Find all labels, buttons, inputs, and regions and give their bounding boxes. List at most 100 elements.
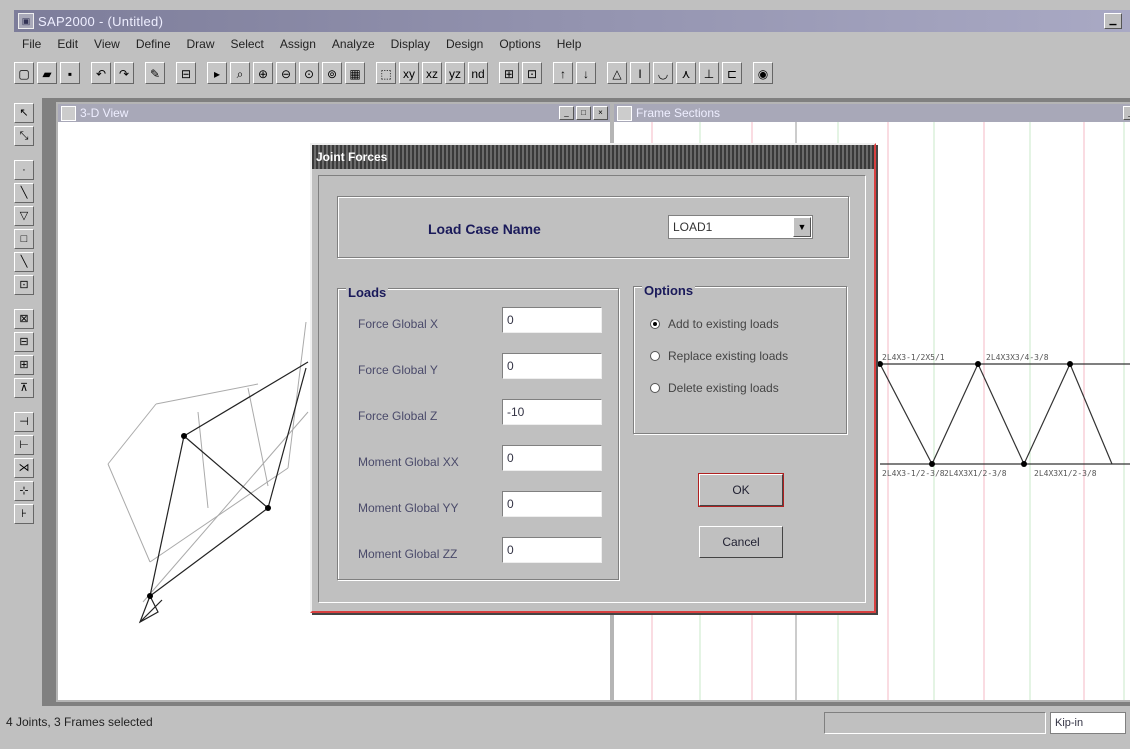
menu-help[interactable]: Help — [549, 37, 590, 51]
radio-icon — [650, 351, 660, 361]
restraint-roller-icon[interactable]: ⋊ — [14, 458, 34, 478]
force-y-input[interactable] — [502, 353, 602, 379]
draw-rect-icon[interactable]: □ — [14, 229, 34, 249]
option-add-radio[interactable]: Add to existing loads — [650, 317, 779, 331]
joint-forces-dialog: Joint Forces Load Case Name LOAD1 ▼ Load… — [310, 143, 876, 613]
pencil-icon[interactable]: ✎ — [145, 62, 165, 84]
load-case-select[interactable]: LOAD1 ▼ — [668, 215, 813, 239]
units-select[interactable]: Kip-in — [1050, 712, 1126, 734]
select-pointer-icon[interactable]: ↖ — [14, 103, 34, 123]
maximize-icon[interactable]: □ — [576, 106, 591, 120]
draw-line-icon[interactable]: ╲ — [14, 252, 34, 272]
frame-loads-icon[interactable]: ⊏ — [722, 62, 742, 84]
window-3d-view-titlebar[interactable]: 3-D View _ □ × — [58, 104, 610, 122]
clear-selection-icon[interactable]: ⊞ — [14, 355, 34, 375]
menu-view[interactable]: View — [86, 37, 128, 51]
undo-icon[interactable]: ↶ — [91, 62, 111, 84]
dialog-body: Load Case Name LOAD1 ▼ Loads Force Globa… — [318, 175, 866, 603]
moment-zz-input[interactable] — [502, 537, 602, 563]
reshape-icon[interactable]: ⤡ — [14, 126, 34, 146]
select-all-icon[interactable]: ⊠ — [14, 309, 34, 329]
status-text: 4 Joints, 3 Frames selected — [6, 715, 153, 729]
restraint-y-icon[interactable]: ⊦ — [14, 504, 34, 524]
move-up-icon[interactable]: ↑ — [553, 62, 573, 84]
menu-design[interactable]: Design — [438, 37, 491, 51]
shell-icon[interactable]: ◡ — [653, 62, 673, 84]
save-icon[interactable]: ▪ — [60, 62, 80, 84]
restore-selection-icon[interactable]: ⊟ — [14, 332, 34, 352]
new-file-icon[interactable]: ▢ — [14, 62, 34, 84]
run-analysis-icon[interactable]: ◉ — [753, 62, 773, 84]
move-down-icon[interactable]: ↓ — [576, 62, 596, 84]
menu-draw[interactable]: Draw — [179, 37, 223, 51]
menu-edit[interactable]: Edit — [49, 37, 86, 51]
force-z-label: Force Global Z — [358, 409, 438, 423]
menu-options[interactable]: Options — [491, 37, 548, 51]
menu-define[interactable]: Define — [128, 37, 179, 51]
menu-display[interactable]: Display — [383, 37, 438, 51]
frame-label: 2L4X3-1/2-3/8 — [882, 469, 945, 478]
window-frame-sections-titlebar[interactable]: Frame Sections _ — [614, 104, 1130, 122]
zoom-window-icon[interactable]: ⌕ — [230, 62, 250, 84]
moment-xx-input[interactable] — [502, 445, 602, 471]
zoom-full-icon[interactable]: ⊚ — [322, 62, 342, 84]
restraint-icon[interactable]: ⋏ — [676, 62, 696, 84]
minimize-icon[interactable]: _ — [559, 106, 574, 120]
main-toolbar: ▢ ▰ ▪ ↶ ↷ ✎ ⊟ ▸ ⌕ ⊕ ⊖ ⊙ ⊚ ▦ ⬚ xy xz yz n… — [14, 56, 1130, 90]
option-delete-label: Delete existing loads — [668, 381, 779, 395]
option-replace-radio[interactable]: Replace existing loads — [650, 349, 788, 363]
cancel-button[interactable]: Cancel — [699, 526, 783, 558]
pan-icon[interactable]: ▦ — [345, 62, 365, 84]
elements-icon[interactable]: ⊡ — [522, 62, 542, 84]
quick-draw-icon[interactable]: ⊡ — [14, 275, 34, 295]
restraint-pin-icon[interactable]: ⊢ — [14, 435, 34, 455]
draw-area-icon[interactable]: ▽ — [14, 206, 34, 226]
force-x-input[interactable] — [502, 307, 602, 333]
sap2000-window: ▣ SAP2000 - (Untitled) ▁ File Edit View … — [0, 0, 1130, 749]
grid-icon[interactable]: ⊞ — [499, 62, 519, 84]
menu-analyze[interactable]: Analyze — [324, 37, 383, 51]
view-xz-icon[interactable]: xz — [422, 62, 442, 84]
zoom-restore-icon[interactable]: ⊙ — [299, 62, 319, 84]
open-file-icon[interactable]: ▰ — [37, 62, 57, 84]
close-icon[interactable]: × — [593, 106, 608, 120]
draw-frame-icon[interactable]: ╲ — [14, 183, 34, 203]
app-icon: ▣ — [18, 13, 34, 29]
window-icon — [617, 106, 632, 121]
joint-loads-icon[interactable]: ⊥ — [699, 62, 719, 84]
dialog-title[interactable]: Joint Forces — [312, 145, 874, 169]
menu-file[interactable]: File — [14, 37, 49, 51]
triangle-icon[interactable]: △ — [607, 62, 627, 84]
menu-assign[interactable]: Assign — [272, 37, 324, 51]
option-delete-radio[interactable]: Delete existing loads — [650, 381, 779, 395]
zoom-in-icon[interactable]: ⊕ — [253, 62, 273, 84]
pointer-icon[interactable]: ▸ — [207, 62, 227, 84]
moment-yy-input[interactable] — [502, 491, 602, 517]
view-nd-icon[interactable]: nd — [468, 62, 488, 84]
force-z-input[interactable] — [502, 399, 602, 425]
zoom-out-icon[interactable]: ⊖ — [276, 62, 296, 84]
load-case-label: Load Case Name — [428, 221, 541, 237]
draw-toolbar: ↖ ⤡ · ╲ ▽ □ ╲ ⊡ ⊠ ⊟ ⊞ ⊼ ⊣ ⊢ ⋊ ⊹ ⊦ — [10, 100, 38, 620]
section-icon[interactable]: I — [630, 62, 650, 84]
view-xy-icon[interactable]: xy — [399, 62, 419, 84]
restraint-fixed-icon[interactable]: ⊣ — [14, 412, 34, 432]
frame-label: 2L4X3X1/2-3/8 — [1034, 469, 1097, 478]
intersect-icon[interactable]: ⊼ — [14, 378, 34, 398]
force-x-label: Force Global X — [358, 317, 439, 331]
restraint-free-icon[interactable]: ⊹ — [14, 481, 34, 501]
redo-icon[interactable]: ↷ — [114, 62, 134, 84]
load-case-value: LOAD1 — [673, 220, 713, 234]
window-icon — [61, 106, 76, 121]
minimize-icon[interactable]: ▁ — [1104, 13, 1122, 29]
ok-button[interactable]: OK — [698, 473, 784, 507]
chevron-down-icon[interactable]: ▼ — [793, 217, 811, 237]
status-bar: 4 Joints, 3 Frames selected Kip-in — [0, 708, 1130, 738]
view-3d-icon[interactable]: ⬚ — [376, 62, 396, 84]
minimize-icon[interactable]: _ — [1123, 106, 1130, 120]
menu-select[interactable]: Select — [223, 37, 272, 51]
view-yz-icon[interactable]: yz — [445, 62, 465, 84]
draw-joint-icon[interactable]: · — [14, 160, 34, 180]
lock-icon[interactable]: ⊟ — [176, 62, 196, 84]
app-title-bar[interactable]: ▣ SAP2000 - (Untitled) ▁ — [14, 10, 1130, 32]
